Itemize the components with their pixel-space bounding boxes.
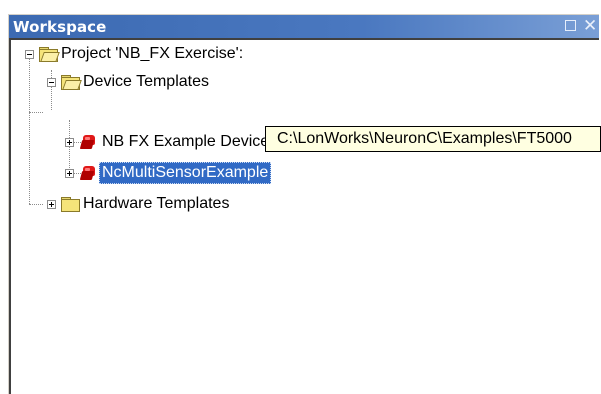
tree-view[interactable]: Project 'NB_FX Exercise': Device Templat… xyxy=(9,38,599,394)
collapse-toggle-project[interactable] xyxy=(25,50,34,59)
tree-item-hardware-templates[interactable]: Hardware Templates xyxy=(83,194,229,214)
tree-item-nb-fx-example-device[interactable]: NB FX Example Device xyxy=(102,132,269,152)
device-template-icon xyxy=(79,166,96,180)
tree-connector xyxy=(29,54,31,204)
folder-icon xyxy=(61,197,80,212)
expand-toggle-nb-fx-example[interactable] xyxy=(65,138,74,147)
workspace-window: Workspace ✕ Project 'NB_FX Exercise': De… xyxy=(8,14,599,394)
expand-toggle-hardware-templates[interactable] xyxy=(47,200,56,209)
collapse-toggle-device-templates[interactable] xyxy=(47,78,56,87)
title-bar[interactable]: Workspace ✕ xyxy=(9,15,599,38)
tree-connector xyxy=(29,204,43,206)
tree-connector xyxy=(51,70,53,110)
tree-connector xyxy=(29,112,43,114)
window-title: Workspace xyxy=(13,18,107,36)
open-folder-icon xyxy=(61,75,82,90)
tree-item-project[interactable]: Project 'NB_FX Exercise': xyxy=(61,44,243,64)
workspace-panel-frame: Workspace ✕ Project 'NB_FX Exercise': De… xyxy=(0,0,601,394)
tree-item-ncmultisensorexample[interactable]: NcMultiSensorExample xyxy=(99,162,272,184)
tree-item-device-templates[interactable]: Device Templates xyxy=(83,72,209,92)
restore-icon[interactable] xyxy=(565,20,576,31)
open-folder-icon xyxy=(39,47,60,62)
tree-connector xyxy=(69,120,71,174)
path-tooltip: C:\LonWorks\NeuronC\Examples\FT5000 xyxy=(265,126,601,152)
device-template-icon xyxy=(79,135,96,149)
close-icon[interactable]: ✕ xyxy=(583,16,599,36)
expand-toggle-ncmultisensor[interactable] xyxy=(65,169,74,178)
